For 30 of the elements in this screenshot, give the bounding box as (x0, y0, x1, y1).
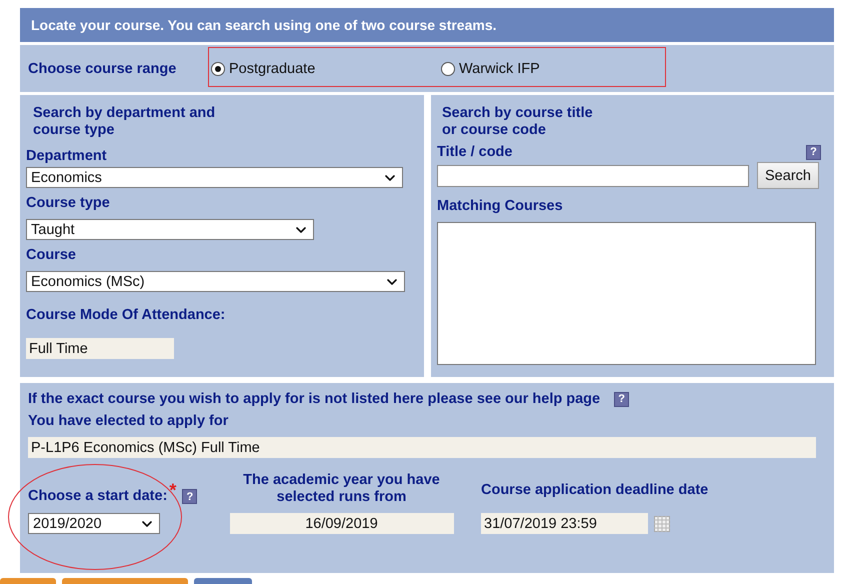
help-icon[interactable]: ? (806, 144, 821, 160)
radio-option[interactable]: Warwick IFP (441, 60, 671, 76)
start-date-select[interactable]: 2019/2020 (28, 513, 160, 534)
deadline-field: 31/07/2019 23:59 (481, 513, 648, 534)
course-type-select[interactable]: Taught (26, 219, 314, 240)
header-title: Locate your course. You can search using one of two course streams. (31, 17, 497, 33)
course-select[interactable]: Economics (MSc) (26, 271, 405, 292)
field-label: The academic year you have selected runs from (242, 472, 441, 506)
help-text: If the exact course you wish to apply for is not listed here please see our help page (28, 391, 600, 407)
elected-course-field: P-L1P6 Economics (MSc) Full Time (28, 437, 816, 458)
field-label: Choose a start date: (28, 488, 168, 504)
field-label: Course Mode Of Attendance: (26, 307, 226, 323)
help-icon[interactable]: ? (182, 489, 198, 504)
section-heading: Search by department and course type (32, 105, 216, 139)
section-heading: Search by course title or course code (441, 105, 594, 139)
start-year-field: 16/09/2019 (230, 513, 454, 534)
department-select[interactable]: Economics (26, 167, 403, 188)
field-label: You have elected to apply for (28, 413, 228, 429)
attendance-field: Full Time (26, 338, 174, 359)
radio-option[interactable]: Postgraduate (211, 60, 441, 76)
field-label: Title / code (437, 144, 512, 160)
help-icon[interactable]: ? (614, 392, 630, 406)
search-button[interactable]: Search (757, 162, 819, 189)
field-label: Department (26, 148, 107, 164)
field-label: Course (26, 247, 76, 263)
field-label: Choose course range (28, 60, 178, 76)
field-label: Course application deadline date (481, 482, 708, 498)
required-mark: * (169, 480, 176, 501)
field-label: Course type (26, 195, 110, 211)
field-label: Matching Courses (437, 198, 563, 214)
